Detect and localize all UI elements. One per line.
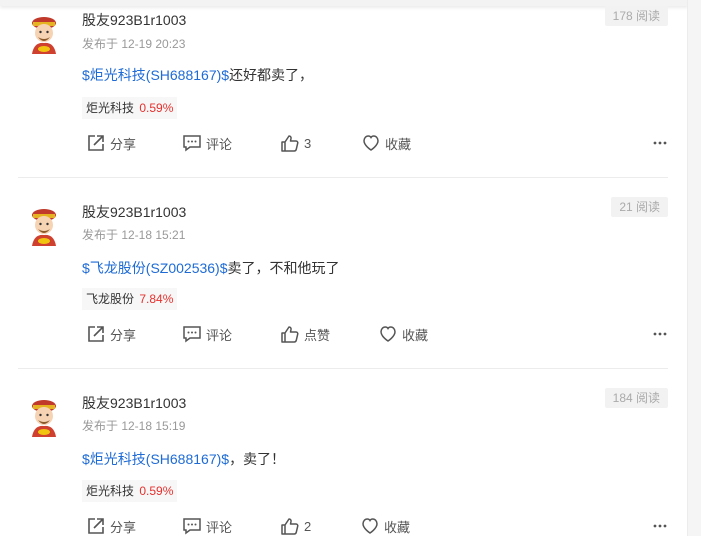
share-button[interactable]: 分享 [86,515,136,537]
comment-label: 评论 [206,136,233,152]
favorite-label: 收藏 [384,519,411,535]
more-button[interactable] [652,515,668,537]
stock-tag-percent: 0.59% [139,484,174,498]
comment-button[interactable]: 评论 [182,132,232,154]
post-text: 卖了，不和他玩了 [227,260,340,276]
share-button[interactable]: 分享 [86,323,136,345]
favorite-label: 收藏 [402,327,429,343]
stock-link[interactable]: $炬光科技(SH688167)$ [82,67,229,83]
avatar[interactable] [24,397,64,437]
comment-button[interactable]: 评论 [182,515,232,537]
like-count: 2 [304,518,312,534]
thumbs-up-icon [281,518,299,535]
action-bar: 分享 评论 3 收藏 [82,132,668,154]
comment-icon [183,326,201,343]
share-icon [88,326,104,342]
heart-icon [380,326,396,342]
favorite-label: 收藏 [385,136,412,152]
view-count-badge: 178 阅读 [604,6,668,26]
comment-button[interactable]: 评论 [182,323,232,345]
comment-label: 评论 [206,327,233,343]
stock-tag[interactable]: 炬光科技 0.59% [82,97,178,119]
more-dots-icon [653,141,667,145]
stock-tag-name: 炬光科技 [86,101,135,115]
thumbs-up-icon [281,326,299,343]
share-button[interactable]: 分享 [86,132,136,154]
post-text: ，卖了！ [229,451,286,467]
avatar[interactable] [24,206,64,246]
stock-tag[interactable]: 飞龙股份 7.84% [82,288,178,310]
scrollbar[interactable] [687,0,701,536]
favorite-button[interactable]: 收藏 [360,515,410,537]
post-item: 股友923B1r1003 发布于 12-18 15:21 21 阅读 $飞龙股份… [18,177,668,369]
comment-label: 评论 [206,519,233,535]
action-bar: 分享 评论 点赞 收藏 [82,323,668,345]
post-time: 发布于 12-18 15:19 [82,419,186,433]
action-bar: 分享 评论 2 收藏 [82,515,668,537]
post-time: 发布于 12-18 15:21 [82,228,186,242]
more-dots-icon [653,332,667,336]
heart-icon [362,518,378,534]
view-count-badge: 21 阅读 [611,197,668,217]
author-name[interactable]: 股友923B1r1003 [82,10,186,30]
favorite-button[interactable]: 收藏 [378,323,428,345]
stock-tag[interactable]: 炬光科技 0.59% [82,480,178,502]
like-count: 3 [304,135,312,151]
comment-icon [183,135,201,152]
post-content: $炬光科技(SH688167)$，卖了！ [82,449,285,469]
share-icon [88,135,104,151]
like-button[interactable]: 2 [280,515,311,537]
share-label: 分享 [110,519,137,535]
post-text: 还好都卖了， [229,67,314,83]
like-label: 点赞 [304,327,331,343]
post-content: $飞龙股份(SZ002536)$卖了，不和他玩了 [82,258,340,278]
like-button[interactable]: 点赞 [280,323,330,345]
author-name[interactable]: 股友923B1r1003 [82,202,186,222]
more-dots-icon [653,524,667,528]
avatar[interactable] [24,14,64,54]
comment-icon [183,518,201,535]
stock-tag-percent: 0.59% [139,101,174,115]
heart-icon [363,135,379,151]
share-label: 分享 [110,136,137,152]
author-name[interactable]: 股友923B1r1003 [82,393,186,413]
stock-tag-name: 飞龙股份 [86,292,135,306]
post-item: 股友923B1r1003 发布于 12-18 15:19 184 阅读 $炬光科… [18,368,668,560]
thumbs-up-icon [281,135,299,152]
more-button[interactable] [652,132,668,154]
post-content: $炬光科技(SH688167)$还好都卖了， [82,65,313,85]
share-label: 分享 [110,327,137,343]
share-icon [88,518,104,534]
post-item: 股友923B1r1003 发布于 12-19 20:23 178 阅读 $炬光科… [18,0,668,191]
stock-tag-name: 炬光科技 [86,484,135,498]
view-count-badge: 184 阅读 [604,388,668,408]
like-button[interactable]: 3 [280,132,311,154]
stock-link[interactable]: $飞龙股份(SZ002536)$ [82,260,228,276]
stock-tag-percent: 7.84% [139,292,174,306]
more-button[interactable] [652,323,668,345]
post-time: 发布于 12-19 20:23 [82,37,186,51]
stock-link[interactable]: $炬光科技(SH688167)$ [82,451,229,467]
favorite-button[interactable]: 收藏 [361,132,411,154]
